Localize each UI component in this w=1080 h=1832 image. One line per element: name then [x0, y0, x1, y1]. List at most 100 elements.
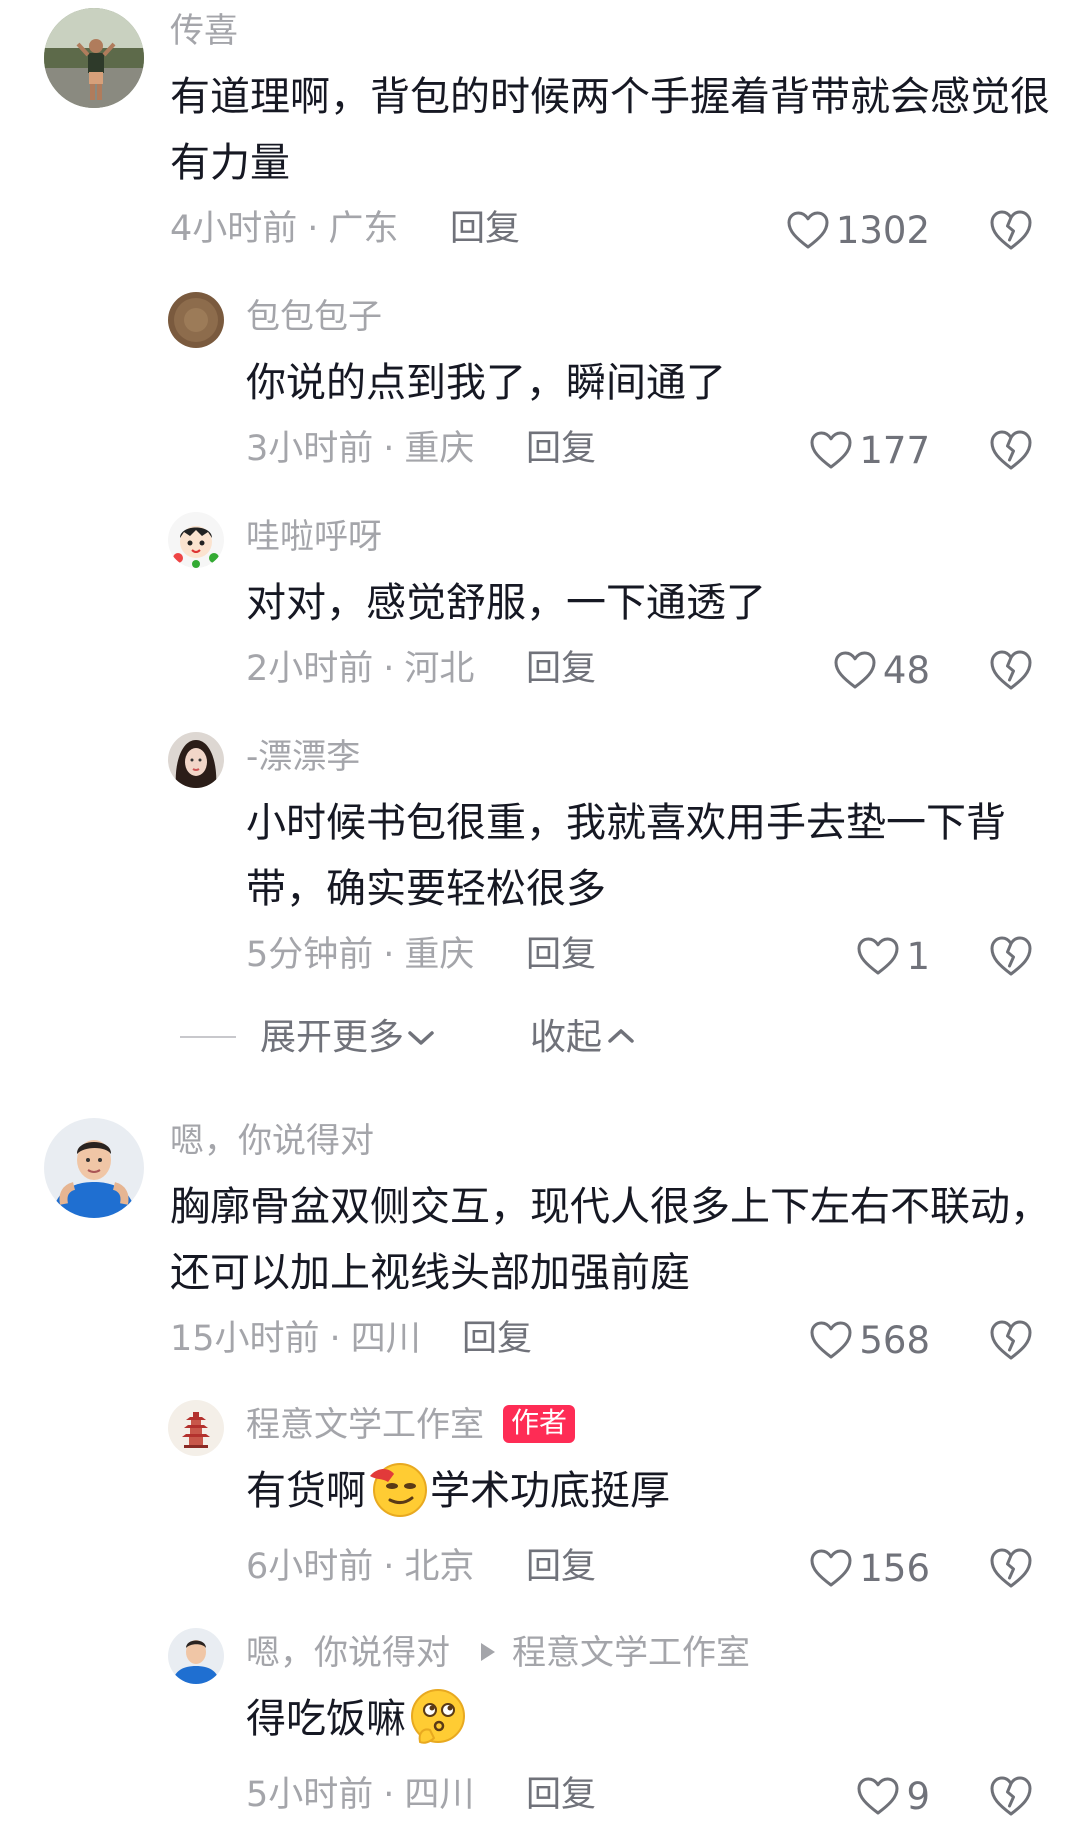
comment-location: 重庆: [404, 935, 475, 975]
dislike-button[interactable]: [988, 428, 1034, 472]
like-button[interactable]: 1302: [786, 208, 930, 252]
like-button[interactable]: 156: [809, 1546, 930, 1590]
reply-to-username[interactable]: 程意文学工作室: [512, 1636, 750, 1670]
avatar[interactable]: [168, 732, 224, 788]
like-button[interactable]: 1: [856, 934, 930, 978]
like-count: 156: [859, 1546, 930, 1590]
comment-text: 对对，感觉舒服，一下通透了: [246, 580, 766, 626]
heart-outline-icon: [786, 210, 830, 250]
avatar-photo-icon: [44, 8, 144, 108]
comment-time: 4小时前: [170, 209, 298, 249]
pagoda-logo-icon: [168, 1400, 224, 1456]
like-count: 48: [882, 648, 930, 692]
comment-meta: 4小时前 · 广东: [170, 209, 399, 249]
like-count: 177: [859, 428, 930, 472]
reply-button[interactable]: 回复: [526, 652, 596, 687]
expand-more-button[interactable]: 展开更多: [260, 1020, 404, 1056]
avatar[interactable]: [44, 8, 144, 108]
avatar[interactable]: [168, 292, 224, 348]
comment-text-part: 学术功底挺厚: [430, 1468, 670, 1514]
comment-time: 15小时前: [170, 1319, 320, 1359]
broken-heart-icon: [988, 1774, 1034, 1818]
heart-outline-icon: [809, 430, 853, 470]
comment-meta: 5小时前 · 四川: [246, 1775, 475, 1815]
like-button[interactable]: 568: [809, 1318, 930, 1362]
heart-outline-icon: [809, 1320, 853, 1360]
like-button[interactable]: 9: [856, 1774, 930, 1818]
chevron-up-icon[interactable]: [606, 1024, 636, 1048]
dislike-button[interactable]: [988, 1774, 1034, 1818]
comment-text: 小时候书包很重，我就喜欢用手去垫一下背带，确实要轻松很多: [246, 800, 1006, 912]
username[interactable]: 程意文学工作室: [246, 1408, 484, 1442]
broken-heart-icon: [988, 648, 1034, 692]
comment-meta: 15小时前 · 四川: [170, 1319, 421, 1359]
author-badge: 作者: [503, 1405, 576, 1443]
comment-text-part: 得吃饭嘛: [246, 1696, 406, 1742]
reply-button[interactable]: 回复: [526, 938, 596, 973]
reply-button[interactable]: 回复: [526, 1550, 596, 1585]
comment-meta: 5分钟前 · 重庆: [246, 935, 475, 975]
username[interactable]: 包包包子: [246, 300, 382, 334]
avatar-photo-icon: [168, 1628, 224, 1684]
comment-location: 四川: [350, 1319, 421, 1359]
divider-line: [180, 1036, 236, 1038]
avatar-photo-icon: [44, 1118, 144, 1218]
dislike-button[interactable]: [988, 648, 1034, 692]
reply-button[interactable]: 回复: [526, 1778, 596, 1813]
comment-text-part: 有货啊: [246, 1468, 366, 1514]
heart-outline-icon: [856, 936, 900, 976]
heart-outline-icon: [833, 650, 877, 690]
username[interactable]: 嗯，你说得对: [246, 1636, 450, 1670]
broken-heart-icon: [988, 208, 1034, 252]
avatar[interactable]: [168, 512, 224, 568]
comment-location: 重庆: [404, 429, 475, 469]
broken-heart-icon: [988, 1546, 1034, 1590]
comment-meta: 3小时前 · 重庆: [246, 429, 475, 469]
comment-time: 5分钟前: [246, 935, 374, 975]
reply-button[interactable]: 回复: [526, 432, 596, 467]
thinking-face-emoji-icon: [408, 1686, 468, 1746]
chevron-down-icon[interactable]: [406, 1026, 436, 1050]
dislike-button[interactable]: [988, 934, 1034, 978]
comment-text: 你说的点到我了，瞬间通了: [246, 360, 726, 406]
username[interactable]: -漂漂李: [246, 740, 360, 774]
broken-heart-icon: [988, 428, 1034, 472]
like-count: 9: [906, 1774, 930, 1818]
like-count: 1: [906, 934, 930, 978]
heart-outline-icon: [809, 1548, 853, 1588]
avatar-cartoon-icon: [168, 512, 224, 568]
comment-time: 6小时前: [246, 1547, 374, 1587]
triangle-right-icon: [481, 1643, 495, 1661]
comment-text: 有道理啊，背包的时候两个手握着背带就会感觉很有力量: [170, 74, 1050, 186]
like-button[interactable]: 48: [833, 648, 930, 692]
comment-time: 3小时前: [246, 429, 374, 469]
comment-text: 有货啊 学术功底挺厚: [246, 1458, 1046, 1524]
username[interactable]: 传喜: [170, 14, 238, 48]
collapse-button[interactable]: 收起: [530, 1020, 602, 1056]
username[interactable]: 哇啦呼呀: [246, 520, 382, 554]
dislike-button[interactable]: [988, 1546, 1034, 1590]
broken-heart-icon: [988, 1318, 1034, 1362]
avatar[interactable]: [44, 1118, 144, 1218]
comment-location: 北京: [404, 1547, 475, 1587]
dislike-button[interactable]: [988, 1318, 1034, 1362]
comment-meta: 2小时前 · 河北: [246, 649, 475, 689]
like-count: 1302: [835, 208, 930, 252]
dislike-button[interactable]: [988, 208, 1034, 252]
comment-location: 广东: [328, 209, 399, 249]
avatar[interactable]: [168, 1628, 224, 1684]
comment-location: 河北: [404, 649, 475, 689]
comment-time: 2小时前: [246, 649, 374, 689]
smug-face-emoji-icon: [368, 1458, 428, 1518]
avatar-photo-icon: [168, 292, 224, 348]
reply-button[interactable]: 回复: [450, 212, 520, 247]
avatar[interactable]: [168, 1400, 224, 1456]
comment-location: 四川: [404, 1775, 475, 1815]
broken-heart-icon: [988, 934, 1034, 978]
reply-button[interactable]: 回复: [462, 1322, 532, 1357]
like-count: 568: [859, 1318, 930, 1362]
like-button[interactable]: 177: [809, 428, 930, 472]
username[interactable]: 嗯，你说得对: [170, 1124, 374, 1158]
heart-outline-icon: [856, 1776, 900, 1816]
comment-text: 胸廓骨盆双侧交互，现代人很多上下左右不联动，还可以加上视线头部加强前庭: [170, 1184, 1050, 1296]
